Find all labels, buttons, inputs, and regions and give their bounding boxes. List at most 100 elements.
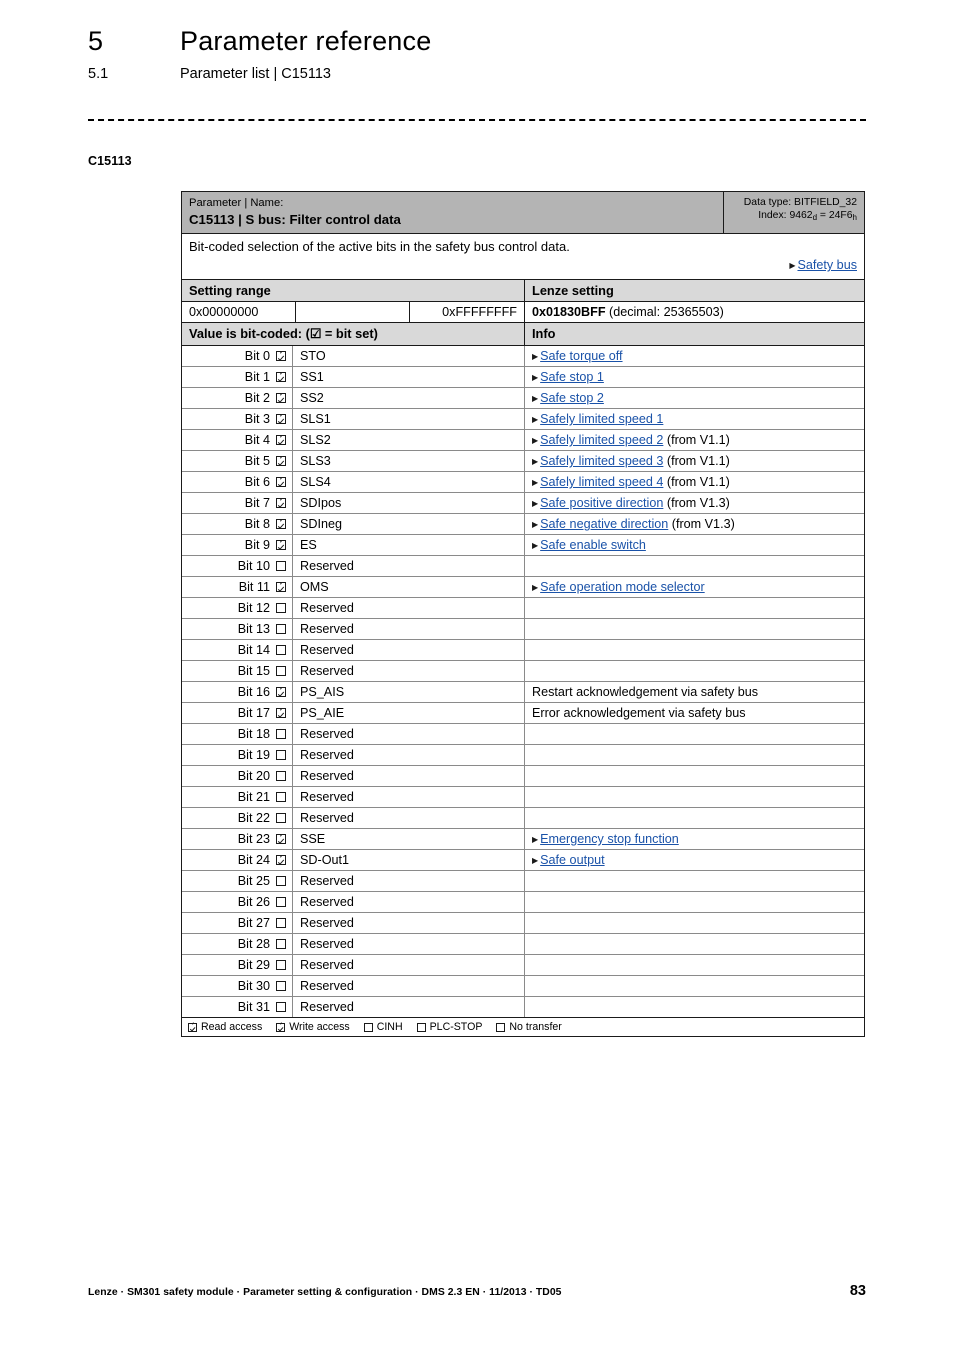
- bit-mnemonic-cell: OMS: [293, 577, 525, 597]
- bit-info-cell: [525, 556, 864, 576]
- bit-index-cell: Bit 9: [182, 535, 293, 555]
- bit-mnemonic-cell: SDIpos: [293, 493, 525, 513]
- table-row: Bit 20 Reserved: [182, 766, 864, 787]
- checkbox-unchecked-icon[interactable]: [276, 939, 286, 949]
- checkbox-checked-icon[interactable]: [276, 582, 286, 592]
- bit-index-cell: Bit 5: [182, 451, 293, 471]
- bit-info-cell: ▶ Safe operation mode selector: [525, 577, 864, 597]
- checkbox-unchecked-icon[interactable]: [416, 1022, 426, 1032]
- checkbox-unchecked-icon[interactable]: [276, 960, 286, 970]
- bit-mnemonic-cell: PS_AIE: [293, 703, 525, 723]
- crossref-link[interactable]: Safe torque off: [540, 349, 622, 363]
- bit-info-cell: [525, 661, 864, 681]
- checkbox-checked-icon[interactable]: [276, 393, 286, 403]
- table-row: Bit 8 SDIneg ▶ Safe negative direction (fro…: [182, 514, 864, 535]
- crossref-link[interactable]: Safe enable switch: [540, 538, 646, 552]
- checkbox-unchecked-icon[interactable]: [276, 750, 286, 760]
- bit-mnemonic-cell: SLS2: [293, 430, 525, 450]
- checkbox-checked-icon[interactable]: [276, 477, 286, 487]
- bit-info-cell: ▶ Safe output: [525, 850, 864, 870]
- crossref-link[interactable]: Safely limited speed 3: [540, 454, 663, 468]
- checkbox-unchecked-icon[interactable]: [363, 1022, 373, 1032]
- table-row: Bit 2 SS2 ▶ Safe stop 2: [182, 388, 864, 409]
- checkbox-unchecked-icon[interactable]: [276, 771, 286, 781]
- checkbox-checked-icon[interactable]: [276, 519, 286, 529]
- table-row: Bit 22 Reserved: [182, 808, 864, 829]
- checkbox-unchecked-icon[interactable]: [276, 624, 286, 634]
- section-title: Parameter list | C15113: [180, 66, 331, 82]
- crossref-version-note: (from V1.1): [663, 454, 730, 468]
- table-row: Bit 25 Reserved: [182, 871, 864, 892]
- crossref-link[interactable]: Safe operation mode selector: [540, 580, 705, 594]
- checkbox-checked-icon[interactable]: [276, 855, 286, 865]
- bit-info-cell: ▶ Safe stop 1: [525, 367, 864, 387]
- section-heading: 5.1 Parameter list | C15113: [88, 65, 878, 84]
- access-flag: Write access: [276, 1021, 350, 1033]
- checkbox-unchecked-icon[interactable]: [276, 792, 286, 802]
- checkbox-checked-icon[interactable]: [276, 435, 286, 445]
- table-row: Bit 9 ES ▶ Safe enable switch: [182, 535, 864, 556]
- table-row: Bit 13 Reserved: [182, 619, 864, 640]
- range-middle-value: [296, 302, 410, 322]
- checkbox-checked-icon[interactable]: [276, 687, 286, 697]
- checkbox-checked-icon[interactable]: [276, 498, 286, 508]
- checkbox-unchecked-icon[interactable]: [276, 645, 286, 655]
- checkbox-unchecked-icon[interactable]: [276, 876, 286, 886]
- crossref-link[interactable]: Safely limited speed 1: [540, 412, 663, 426]
- checkbox-unchecked-icon[interactable]: [276, 1002, 286, 1012]
- crossref-link[interactable]: Safe negative direction: [540, 517, 668, 531]
- bit-index-cell: Bit 11: [182, 577, 293, 597]
- checkbox-checked-icon[interactable]: [276, 372, 286, 382]
- crossref-link[interactable]: Safe stop 2: [540, 391, 604, 405]
- triangle-right-icon: ▶: [532, 414, 539, 424]
- bit-mnemonic-cell: Reserved: [293, 598, 525, 618]
- crossref-link-safety-bus[interactable]: Safety bus: [797, 258, 857, 272]
- bit-index-cell: Bit 4: [182, 430, 293, 450]
- checkbox-checked-icon[interactable]: [276, 1022, 286, 1032]
- checkbox-checked-icon[interactable]: [276, 834, 286, 844]
- checkbox-unchecked-icon[interactable]: [276, 561, 286, 571]
- bit-info-cell: ▶ Emergency stop function: [525, 829, 864, 849]
- crossref-link[interactable]: Safe stop 1: [540, 370, 604, 384]
- bit-index-cell: Bit 10: [182, 556, 293, 576]
- bitcoded-header-row: Value is bit-coded: (☑ = bit set) Info: [182, 323, 864, 346]
- parameter-name-kicker: Parameter | Name:: [189, 197, 284, 209]
- checkbox-unchecked-icon[interactable]: [276, 603, 286, 613]
- crossref-link[interactable]: Safely limited speed 4: [540, 475, 663, 489]
- access-flag-label: Read access: [201, 1021, 263, 1033]
- checkbox-checked-icon[interactable]: [276, 414, 286, 424]
- access-flag: CINH: [363, 1021, 403, 1033]
- checkbox-unchecked-icon[interactable]: [276, 729, 286, 739]
- crossref-link[interactable]: Safe output: [540, 853, 604, 867]
- checkbox-checked-icon[interactable]: [276, 456, 286, 466]
- bit-mnemonic-cell: Reserved: [293, 892, 525, 912]
- bit-label: Bit 3: [244, 412, 270, 426]
- checkbox-unchecked-icon[interactable]: [276, 918, 286, 928]
- bit-index-cell: Bit 21: [182, 787, 293, 807]
- checkbox-checked-icon[interactable]: [276, 351, 286, 361]
- bit-mnemonic-cell: Reserved: [293, 745, 525, 765]
- bit-label: Bit 16: [237, 685, 270, 699]
- parameter-name: C15113 | S bus: Filter control data: [189, 212, 401, 227]
- checkbox-checked-icon[interactable]: [188, 1022, 197, 1032]
- checkbox-unchecked-icon[interactable]: [276, 897, 286, 907]
- bit-label: Bit 24: [237, 853, 270, 867]
- checkbox-unchecked-icon[interactable]: [496, 1022, 506, 1032]
- bit-mnemonic-cell: ES: [293, 535, 525, 555]
- bit-info-cell: Restart acknowledgement via safety bus: [525, 682, 864, 702]
- crossref-link[interactable]: Emergency stop function: [540, 832, 679, 846]
- bit-index-cell: Bit 23: [182, 829, 293, 849]
- checkbox-checked-icon[interactable]: [276, 540, 286, 550]
- crossref-link[interactable]: Safely limited speed 2: [540, 433, 663, 447]
- checkbox-unchecked-icon[interactable]: [276, 813, 286, 823]
- crossref-link[interactable]: Safe positive direction: [540, 496, 663, 510]
- crossref-version-note: (from V1.3): [668, 517, 735, 531]
- checkbox-unchecked-icon[interactable]: [276, 666, 286, 676]
- checkbox-unchecked-icon[interactable]: [276, 981, 286, 991]
- table-row: Bit 0 STO ▶ Safe torque off: [182, 346, 864, 367]
- bit-info-cell: [525, 934, 864, 954]
- bit-label: Bit 13: [237, 622, 270, 636]
- checkbox-checked-icon[interactable]: [276, 708, 286, 718]
- bit-label: Bit 31: [237, 1000, 270, 1014]
- bit-label: Bit 6: [244, 475, 270, 489]
